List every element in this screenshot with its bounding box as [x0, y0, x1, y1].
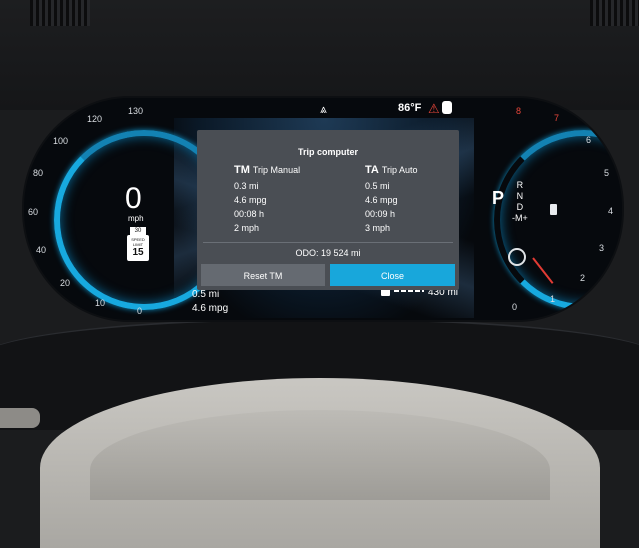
steering-column-trim [0, 408, 40, 428]
rpm-tick: 7 [554, 113, 560, 123]
rpm-tick: 5 [604, 168, 610, 178]
ta-consumption: 4.6 mpg [365, 195, 398, 205]
speed-unit: mph [128, 214, 144, 223]
trip-auto-column: TA Trip Auto 0.5 mi 4.6 mpg 00:09 h 3 mph [365, 164, 418, 237]
trip-manual-header: TM Trip Manual [234, 164, 300, 176]
tm-speed: 2 mph [234, 223, 260, 233]
rpm-tick: 2 [580, 273, 586, 283]
trip-summary: 0.5 mi 4.6 mpg [192, 288, 228, 316]
tm-label: Trip Manual [252, 165, 301, 175]
speed-tick: 120 [87, 114, 103, 124]
dialog-title: Trip computer [297, 147, 358, 157]
lane-assist-icon: ⩓ [320, 102, 327, 116]
rpm-tick: 6 [586, 135, 592, 145]
speed-tick: 20 [60, 278, 71, 288]
ta-speed: 3 mph [365, 223, 391, 233]
speed-tick: 80 [33, 168, 44, 178]
gear-selected: P [492, 188, 505, 208]
dialog-divider [203, 242, 453, 243]
trip-consumption: 4.6 mpg [192, 303, 229, 314]
rpm-tick: 0 [512, 302, 518, 312]
gear-option-d: D [516, 202, 524, 212]
trip-auto-header: TA Trip Auto [365, 164, 418, 176]
trip-distance: 0.5 mi [192, 289, 220, 300]
speed-tick: 10 [95, 298, 106, 308]
speed-tick: 130 [128, 106, 144, 116]
trip-computer-dialog: Trip computer TM Trip Manual 0.3 mi 4.6 m… [197, 130, 459, 290]
ta-label: Trip Auto [381, 165, 418, 175]
rpm-tick: 4 [608, 206, 614, 216]
speed-limit-sign: SPEED LIMIT 15 [127, 235, 149, 261]
speed-tick: 40 [36, 245, 47, 255]
odometer: ODO: 19 524 mi [295, 248, 361, 258]
ta-distance: 0.5 mi [365, 181, 390, 191]
dashboard-top [0, 0, 639, 110]
current-speed: 0 [125, 182, 142, 215]
gear-option-r: R [516, 180, 524, 190]
left-air-vent [30, 0, 90, 26]
battery-icon [550, 204, 557, 215]
speed-tick: 0 [137, 306, 143, 316]
eco-gauge-icon [508, 248, 526, 266]
gear-options: R N D -M+ [512, 180, 528, 224]
rpm-tick: 8 [516, 106, 522, 116]
tm-time: 00:08 h [234, 209, 265, 219]
tm-distance: 0.3 mi [234, 181, 259, 191]
gear-option-n: N [516, 191, 524, 201]
reset-tm-button[interactable]: Reset TM [201, 264, 325, 286]
ta-time: 00:09 h [365, 209, 396, 219]
rpm-tick: 3 [599, 243, 605, 253]
speed-tick: 60 [28, 207, 39, 217]
speed-limit-value: 15 [132, 247, 144, 258]
gear-option-manual: -M+ [512, 213, 528, 223]
rpm-tick: 1 [550, 294, 556, 304]
trip-manual-column: TM Trip Manual 0.3 mi 4.6 mpg 00:08 h 2 m… [234, 164, 300, 237]
tm-consumption: 4.6 mpg [234, 195, 267, 205]
outside-temperature: 86°F [398, 102, 422, 114]
ta-abbr: TA [365, 164, 379, 176]
door-open-car-icon [442, 101, 452, 114]
tm-abbr: TM [234, 164, 250, 176]
speed-limit-label: SPEED LIMIT [131, 237, 145, 247]
speed-tick: 100 [53, 136, 69, 146]
seatbelt-warning-icon: ⚠ [428, 101, 440, 116]
supplementary-sign: 30 [130, 227, 146, 235]
right-air-vent [590, 0, 639, 26]
close-button[interactable]: Close [330, 264, 455, 286]
